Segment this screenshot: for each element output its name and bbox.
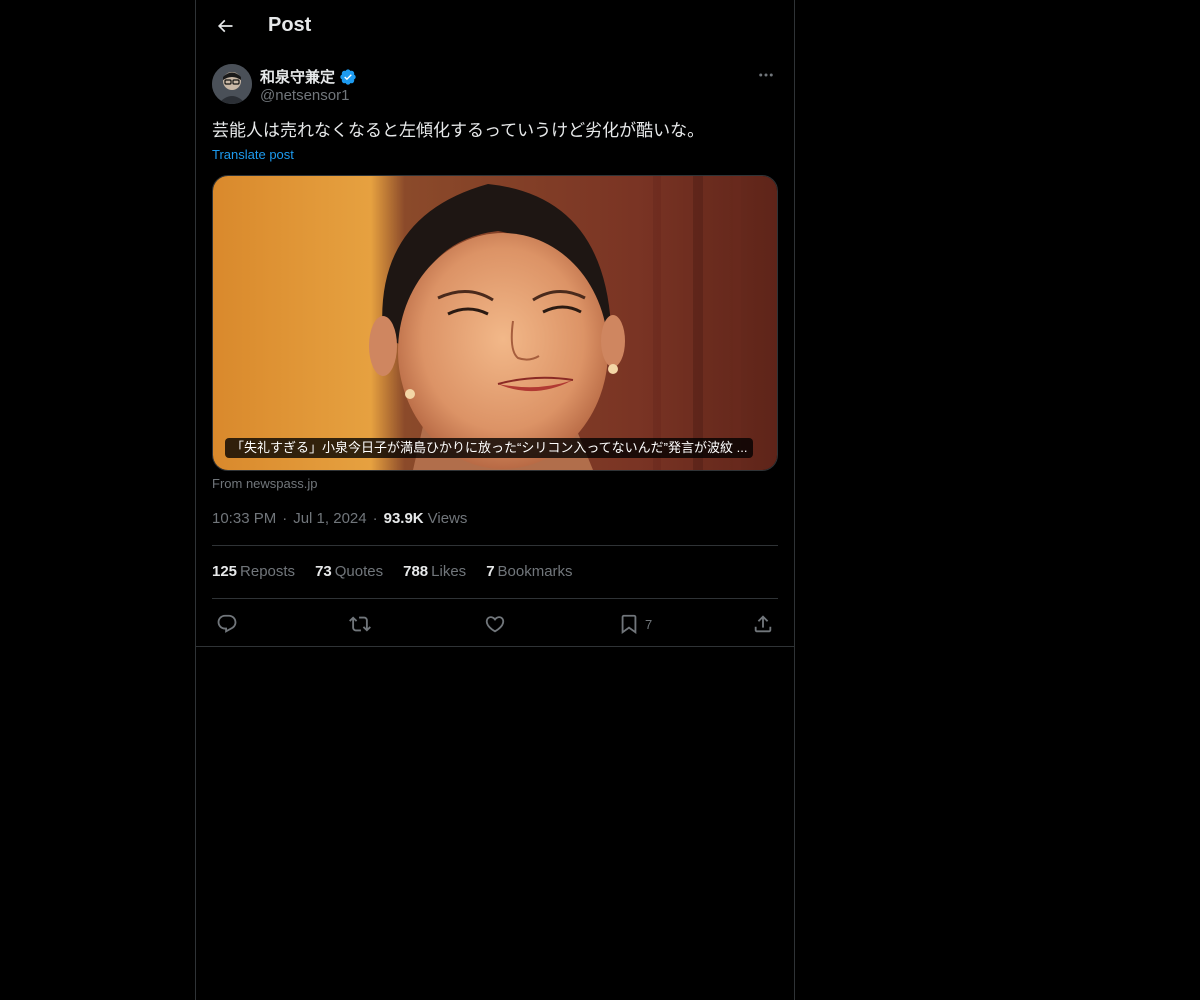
views-count: 93.9K [383, 510, 424, 527]
repost-button[interactable] [349, 612, 371, 636]
post-header: Post [196, 0, 794, 54]
post-column: Post 和泉守兼定 @netsensor1 芸能人は売れなくなると左傾化するっ… [195, 0, 795, 1000]
card-image [213, 176, 777, 470]
link-card[interactable]: 「失礼すぎる」小泉今日子が満島ひかりに放った“シリコン入ってないんだ”発言が波紋… [212, 175, 778, 471]
more-icon [759, 73, 773, 77]
post-meta: 10:33 PM · Jul 1, 2024 · 93.9K Views [212, 510, 467, 527]
avatar[interactable] [212, 64, 252, 104]
bookmark-button[interactable]: 7 [618, 612, 652, 636]
divider [212, 598, 778, 599]
stat-likes[interactable]: 788 Likes [403, 563, 466, 580]
verified-badge-icon [340, 68, 356, 85]
avatar-image [212, 64, 252, 104]
like-button[interactable] [484, 612, 506, 636]
author-name[interactable]: 和泉守兼定 [260, 66, 357, 87]
bookmark-count: 7 [645, 616, 653, 632]
translate-post-link[interactable]: Translate post [212, 147, 294, 162]
share-icon [754, 615, 772, 633]
post-time[interactable]: 10:33 PM [212, 510, 276, 527]
bookmark-icon [621, 614, 637, 635]
post-text: 芸能人は売れなくなると左傾化するっていうけど劣化が酷いな。 [212, 121, 705, 140]
action-bar: 7 [212, 608, 778, 640]
reply-icon [217, 614, 237, 633]
divider [212, 545, 778, 546]
heart-icon [485, 616, 505, 633]
share-button[interactable] [752, 612, 774, 636]
arrow-left-icon [217, 19, 233, 33]
engagement-stats: 125 Reposts 73 Quotes 788 Likes 7 Bookmarks [212, 563, 573, 580]
post-bottom-border [196, 646, 794, 647]
more-options-button[interactable] [754, 64, 778, 86]
stat-bookmarks[interactable]: 7 Bookmarks [486, 563, 572, 580]
repost-icon [349, 616, 371, 632]
meta-separator: · [372, 510, 378, 527]
author-handle[interactable]: @netsensor1 [260, 87, 349, 104]
stat-quotes[interactable]: 73 Quotes [315, 563, 383, 580]
author-name-text: 和泉守兼定 [260, 69, 336, 86]
card-source[interactable]: From newspass.jp [212, 476, 317, 491]
reply-button[interactable] [216, 612, 238, 636]
stat-reposts[interactable]: 125 Reposts [212, 563, 295, 580]
meta-separator: · [282, 510, 288, 527]
card-caption: 「失礼すぎる」小泉今日子が満島ひかりに放った“シリコン入ってないんだ”発言が波紋… [225, 438, 754, 458]
views-label: Views [427, 510, 468, 527]
page-title: Post [268, 14, 312, 36]
post-date[interactable]: Jul 1, 2024 [293, 510, 366, 527]
back-button[interactable] [208, 9, 242, 43]
